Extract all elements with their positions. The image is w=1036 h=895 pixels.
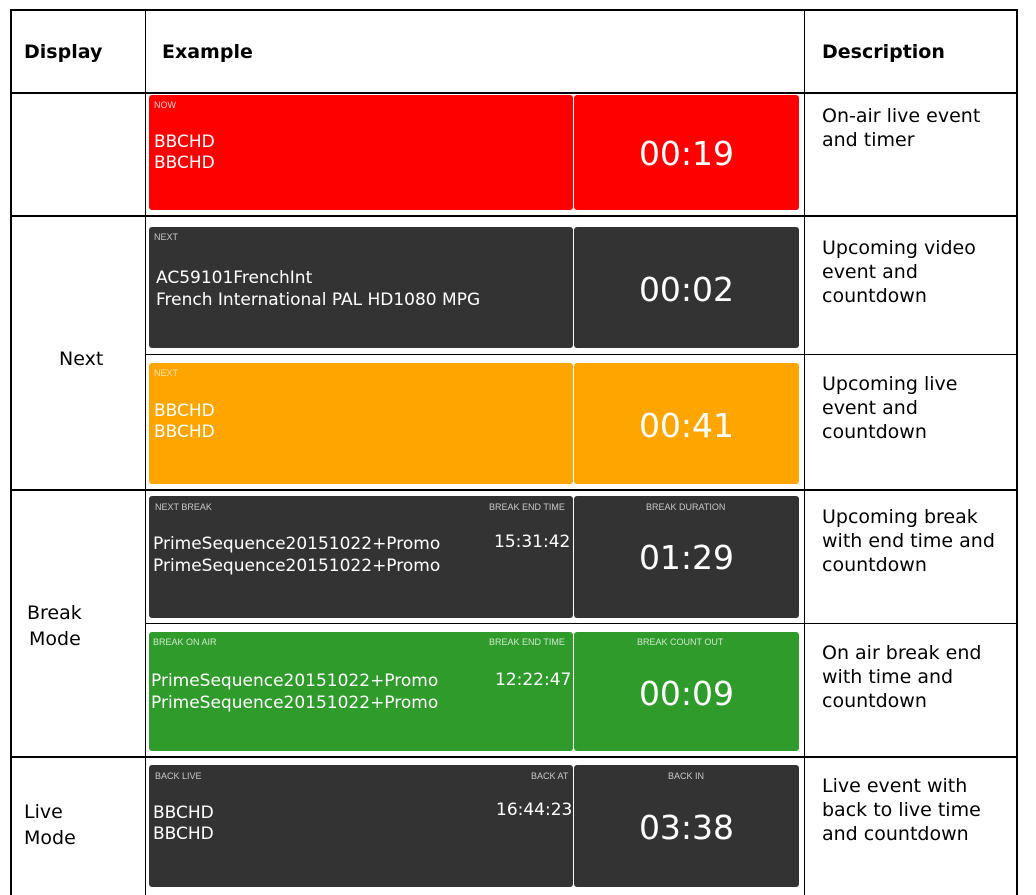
now-line-2: BBCHD (154, 153, 215, 173)
next-video-timer-panel: 00:02 (574, 227, 799, 348)
desc-back-live-1: Live event with (822, 775, 968, 797)
back-live-info-panel: BACK LIVE BACK AT BBCHD BBCHD 16:44:23 (149, 765, 573, 887)
header-bottom-border (10, 92, 1018, 94)
row-next-bottom-border (10, 489, 1018, 491)
desc-next-live-3: countdown (822, 421, 927, 443)
next-video-info-panel: NEXT AC59101FrenchInt French Internation… (149, 227, 573, 348)
desc-next-break-2: with end time and (822, 530, 995, 552)
next-break-end-label: BREAK END TIME (489, 502, 565, 512)
header-description: Description (822, 41, 945, 63)
now-timer: 00:19 (638, 134, 735, 173)
display-live-mode-1: Live (24, 801, 63, 823)
next-video-timer: 00:02 (638, 270, 735, 309)
back-live-end-time: 16:44:23 (496, 800, 573, 820)
table-top-border (10, 9, 1018, 11)
now-timer-panel: 00:19 (574, 95, 799, 210)
header-example: Example (162, 41, 253, 63)
header-display: Display (24, 41, 103, 63)
next-break-end-time: 15:31:42 (494, 532, 571, 552)
back-live-line-2: BBCHD (153, 824, 214, 844)
next-video-line-1: AC59101FrenchInt (156, 268, 313, 288)
display-live-mode-2: Mode (24, 827, 76, 849)
next-break-timer-label: BREAK DURATION (646, 502, 726, 512)
row-break-bottom-border (10, 756, 1018, 758)
break-on-air-end-label: BREAK END TIME (489, 637, 565, 647)
desc-now-1: On-air live event (822, 105, 981, 127)
col-right-border (1016, 9, 1018, 895)
desc-next-live-2: event and (822, 397, 918, 419)
break-on-air-info-panel: BREAK ON AIR BREAK END TIME PrimeSequenc… (149, 632, 573, 751)
break-on-air-end-time: 12:22:47 (495, 670, 572, 690)
next-break-info-panel: NEXT BREAK BREAK END TIME PrimeSequence2… (149, 496, 573, 618)
back-live-timer-panel: BACK IN 03:38 (574, 765, 799, 887)
col-divider-2 (804, 9, 805, 895)
next-live-line-2: BBCHD (154, 422, 215, 442)
next-break-label: NEXT BREAK (155, 502, 212, 512)
back-live-end-label: BACK AT (531, 771, 569, 781)
next-video-line-2: French International PAL HD1080 MPG (156, 290, 481, 310)
next-break-timer: 01:29 (638, 538, 735, 577)
break-on-air-timer-label: BREAK COUNT OUT (637, 637, 724, 647)
desc-next-break-3: countdown (822, 554, 927, 576)
next-live-info-panel: NEXT BBCHD BBCHD (149, 363, 573, 484)
break-on-air-timer: 00:09 (638, 674, 735, 713)
next-break-line-1: PrimeSequence20151022+Promo (153, 534, 441, 554)
desc-break-on-air-1: On air break end (822, 642, 982, 664)
desc-next-live-1: Upcoming live (822, 373, 958, 395)
row-next-divider (145, 354, 1018, 355)
break-on-air-timer-panel: BREAK COUNT OUT 00:09 (574, 632, 799, 751)
now-info-panel: NOW BBCHD BBCHD (149, 95, 573, 210)
row-break-divider (145, 623, 1018, 624)
desc-next-video-3: countdown (822, 285, 927, 307)
back-live-timer-label: BACK IN (668, 771, 705, 781)
next-live-timer-panel: 00:41 (574, 363, 799, 484)
col-divider-1 (145, 9, 146, 895)
back-live-line-1: BBCHD (153, 803, 214, 823)
back-live-label: BACK LIVE (155, 771, 202, 781)
col-left-border (10, 9, 12, 895)
next-live-line-1: BBCHD (154, 401, 215, 421)
break-on-air-label: BREAK ON AIR (153, 637, 217, 647)
desc-next-video-1: Upcoming video (822, 237, 976, 259)
now-line-1: BBCHD (154, 132, 215, 152)
desc-break-on-air-3: countdown (822, 690, 927, 712)
desc-break-on-air-2: with time and (822, 666, 954, 688)
next-break-timer-panel: BREAK DURATION 01:29 (574, 496, 799, 618)
row-now-bottom-border (10, 215, 1018, 217)
back-live-timer: 03:38 (638, 808, 735, 847)
next-live-timer: 00:41 (638, 406, 735, 445)
next-break-line-2: PrimeSequence20151022+Promo (153, 556, 441, 576)
desc-now-2: and timer (822, 129, 915, 151)
next-live-label: NEXT (154, 368, 179, 378)
display-next: Next (59, 348, 104, 370)
display-break-mode-2: Mode (29, 628, 81, 650)
next-video-label: NEXT (154, 232, 179, 242)
desc-next-break-1: Upcoming break (822, 506, 978, 528)
desc-next-video-2: event and (822, 261, 918, 283)
display-break-mode-1: Break (27, 602, 82, 624)
now-label: NOW (154, 100, 176, 110)
break-on-air-line-2: PrimeSequence20151022+Promo (151, 693, 439, 713)
break-on-air-line-1: PrimeSequence20151022+Promo (151, 671, 439, 691)
desc-back-live-2: back to live time (822, 799, 981, 821)
desc-back-live-3: and countdown (822, 823, 969, 845)
